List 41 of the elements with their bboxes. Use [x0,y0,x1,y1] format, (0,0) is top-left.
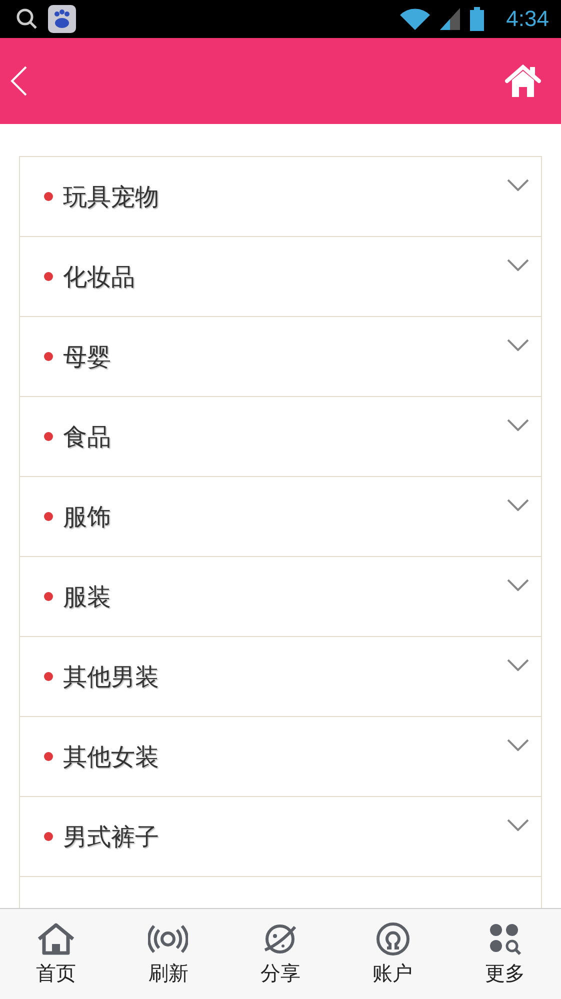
tab-button[interactable]: 更多 [478,918,531,990]
bullet-dot [44,192,53,201]
signal-icon [440,8,460,30]
chevron-down-icon [507,579,529,591]
bullet-dot [44,352,53,361]
chevron-down-icon [507,739,529,751]
category-label: 母婴 [63,342,112,372]
category-label: 服装 [63,582,112,612]
home-icon [36,922,76,956]
status-time: 4:34 [506,6,549,32]
paw-app-icon [48,5,76,33]
tab-button[interactable]: 分享 [254,918,306,990]
chevron-down-icon [507,179,529,191]
chevron-down-icon [507,659,529,671]
chevron-down-icon [507,819,529,831]
battery-icon [470,7,484,31]
bullet-dot [44,272,53,281]
wifi-icon [400,8,430,30]
category-label: 男式裤子 [63,822,160,852]
category-label: 服饰 [63,502,112,532]
bullet-dot [44,752,53,761]
category-label: 玩具宠物 [63,182,160,212]
category-label: 其他男装 [63,662,160,692]
bullet-dot [44,512,53,521]
bullet-dot [44,832,53,841]
chevron-down-icon [507,339,529,351]
category-label: 其他女装 [63,742,160,772]
home-icon[interactable] [505,64,541,98]
tab-button[interactable]: 刷新 [142,918,194,990]
bullet-dot [44,672,53,681]
category-label: 化妆品 [63,262,136,292]
category-label: 食品 [63,422,112,452]
chevron-down-icon [507,419,529,431]
back-icon[interactable] [10,65,28,97]
search-icon [16,8,38,30]
bullet-dot [44,592,53,601]
chevron-down-icon [507,499,529,511]
chevron-down-icon [507,259,529,271]
tab-button[interactable]: 账户 [366,918,419,990]
bullet-dot [44,432,53,441]
tab-button[interactable]: 首页 [30,918,82,990]
